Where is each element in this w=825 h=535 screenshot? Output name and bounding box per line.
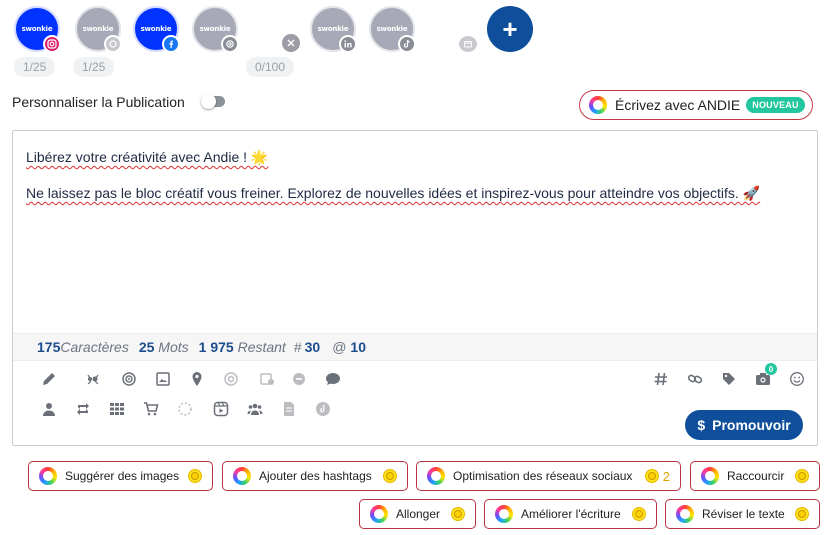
mention-count: 10 [350,339,366,355]
pencil-icon[interactable] [39,369,59,389]
credit-coin-icon [644,469,659,483]
add-hashtags-button[interactable]: Ajouter des hashtags [222,461,408,491]
image-icon[interactable] [153,369,173,389]
char-counter-instagram: 1/25 [14,57,56,77]
toggle-knob [201,94,216,109]
account-avatar-threads-light[interactable]: swonkie [75,6,122,53]
words-count: 25 [138,339,155,355]
personalise-label: Personnaliser la Publication [12,94,185,110]
andie-logo-icon [589,96,607,114]
tag-icon[interactable] [719,369,739,389]
instagram-icon [43,35,61,53]
target-icon[interactable] [119,369,139,389]
personalise-toggle[interactable] [201,94,225,109]
facebook-icon [162,35,180,53]
char-counter-threads: 1/25 [73,57,115,77]
threads-icon [221,35,239,53]
shorten-button[interactable]: Raccourcir [690,461,820,491]
ant-icon[interactable] [83,369,103,389]
andie-logo-icon [701,467,719,485]
emoji-icon[interactable] [787,369,807,389]
threads-light-icon [104,35,122,53]
credit-coin-icon [632,507,646,521]
remaining-count: 1 975 [198,339,234,355]
suggest-images-button[interactable]: Suggérer des images [28,461,213,491]
google-business-icon[interactable] [459,36,477,52]
write-with-andie-button[interactable]: Écrivez avec ANDIE NOUVEAU [579,90,813,120]
credit-coin-icon [451,507,465,521]
linkedin-icon [339,35,357,53]
andie-logo-icon [495,505,513,523]
media-count-badge: 0 [765,363,777,375]
improve-writing-button[interactable]: Améliorer l'écriture [484,499,657,529]
account-avatar-tiktok[interactable]: swonkie [369,6,416,53]
story-disabled-icon[interactable] [257,369,277,389]
loading-circle-icon[interactable] [175,399,195,419]
promote-button[interactable]: $ Promouvoir [685,410,803,440]
post-text-line-1: Libérez votre créativité avec Andie ! 🌟 [26,149,269,165]
post-text-area[interactable]: Libérez votre créativité avec Andie ! 🌟 … [26,147,807,219]
account-avatar-facebook[interactable]: swonkie [133,6,180,53]
location-pin-icon[interactable] [187,369,207,389]
add-account-button[interactable]: + [487,6,533,52]
text-stats-bar: 175 Caractères 25 Mots 1 975 Restant # 3… [13,333,817,361]
remaining-label: Restant [237,339,286,355]
hashtag-icon[interactable] [651,369,671,389]
credit-coin-icon [383,469,397,483]
andie-logo-icon [370,505,388,523]
andie-logo-icon [676,505,694,523]
credit-cost: 2 [662,468,670,484]
shopping-cart-icon[interactable] [141,399,161,419]
comment-icon[interactable] [323,369,343,389]
andie-logo-icon [427,467,445,485]
account-avatar-instagram[interactable]: swonkie [14,6,61,53]
grid-icon[interactable] [107,399,127,419]
new-badge: NOUVEAU [746,97,805,113]
hashtag-count: 30 [304,339,321,355]
link-disabled-icon[interactable] [289,369,309,389]
repost-icon[interactable] [73,399,93,419]
mention-symbol: @ [332,339,347,355]
tiktok-icon [398,35,416,53]
andie-logo-icon [233,467,251,485]
post-text-line-2: Ne laissez pas le bloc créatif vous frei… [26,185,761,201]
threads-disabled-icon[interactable] [221,369,241,389]
review-text-button[interactable]: Réviser le texte [665,499,820,529]
post-editor: Libérez votre créativité avec Andie ! 🌟 … [12,130,818,446]
social-optimisation-button[interactable]: Optimisation des réseaux sociaux 2 [416,461,681,491]
char-counter-x: 0/100 [246,57,295,77]
dollar-icon: $ [697,417,706,433]
link-icon[interactable] [685,369,705,389]
credit-coin-icon [188,469,202,483]
andie-logo-icon [39,467,57,485]
account-avatar-linkedin[interactable]: swonkie [310,6,357,53]
account-avatar-threads[interactable]: swonkie [192,6,239,53]
lengthen-button[interactable]: Allonger [359,499,476,529]
camera-icon[interactable]: 0 [753,363,777,389]
x-twitter-icon[interactable] [282,34,300,52]
credit-coin-icon [795,507,809,521]
group-icon[interactable] [245,399,265,419]
characters-count: 175 [37,339,61,355]
user-icon[interactable] [39,399,59,419]
characters-label: Caractères [60,339,129,355]
tiktok-option-icon[interactable] [313,399,333,419]
credit-coin-icon [795,469,809,483]
hashtag-symbol: # [293,339,302,355]
reel-icon[interactable] [211,399,231,419]
promote-label: Promouvoir [712,417,791,433]
document-icon[interactable] [279,399,299,419]
words-label: Mots [158,339,189,355]
andie-button-label: Écrivez avec ANDIE [615,97,741,113]
